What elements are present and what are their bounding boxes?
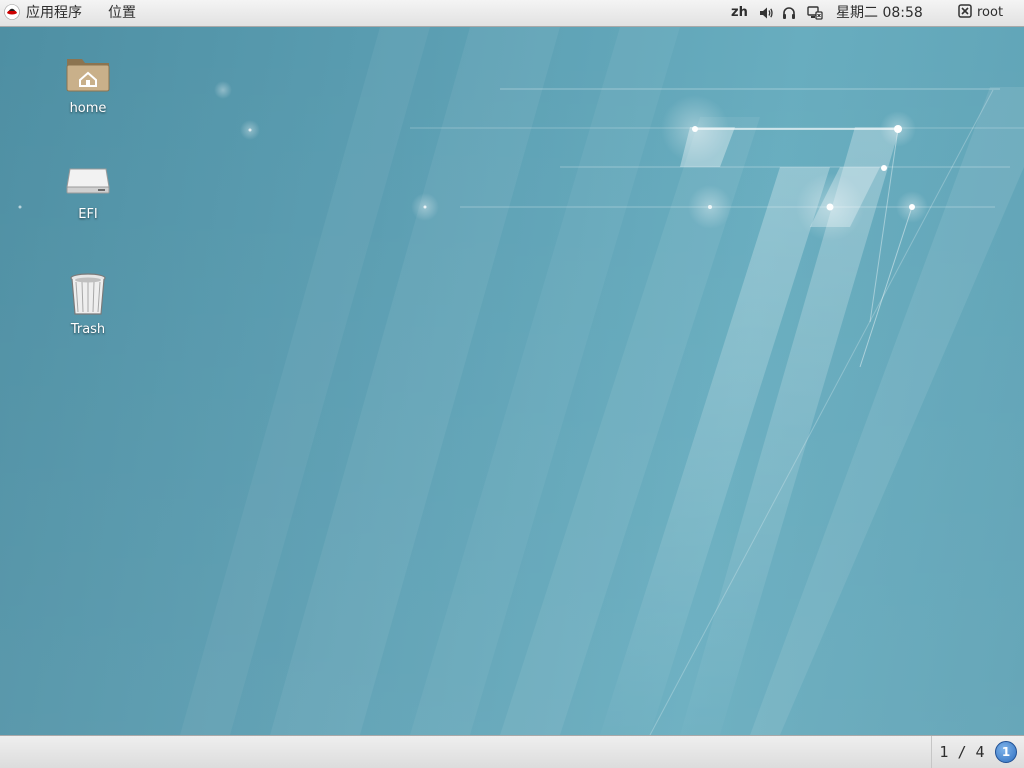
drive-icon bbox=[66, 168, 110, 194]
headset-icon[interactable] bbox=[781, 5, 797, 21]
applications-menu[interactable]: 应用程序 bbox=[4, 0, 82, 26]
desktop-icon-efi[interactable]: EFI bbox=[43, 155, 133, 222]
places-menu[interactable]: 位置 bbox=[108, 0, 136, 26]
user-menu[interactable]: root bbox=[958, 0, 1003, 26]
language-label: zh bbox=[731, 5, 748, 20]
redhat-logo-icon bbox=[4, 4, 20, 20]
applications-menu-label: 应用程序 bbox=[26, 5, 82, 21]
workspace-indicator: 1 / 4 bbox=[939, 743, 985, 761]
notification-count: 1 bbox=[1001, 745, 1011, 759]
desktop-icon-label: home bbox=[69, 101, 107, 116]
bottom-panel: 1 / 4 1 bbox=[0, 735, 1024, 768]
trash-icon bbox=[70, 273, 106, 315]
clock[interactable]: 星期二 08:58 bbox=[836, 0, 923, 26]
user-status-icon bbox=[958, 3, 972, 18]
places-menu-label: 位置 bbox=[108, 5, 136, 21]
desktop-icon-trash[interactable]: Trash bbox=[43, 270, 133, 337]
volume-icon[interactable] bbox=[758, 5, 774, 21]
desktop-icon-home[interactable]: home bbox=[43, 49, 133, 116]
notification-badge[interactable]: 1 bbox=[995, 741, 1017, 763]
home-folder-icon bbox=[66, 59, 110, 92]
clock-label: 星期二 08:58 bbox=[836, 5, 923, 21]
desktop-icon-label: EFI bbox=[78, 207, 98, 222]
desktop[interactable]: home EFI Trash bbox=[0, 27, 1024, 735]
input-language-indicator[interactable]: zh bbox=[731, 0, 748, 26]
user-name: root bbox=[977, 5, 1004, 20]
workspace-switcher[interactable]: 1 / 4 bbox=[931, 736, 992, 768]
top-panel: 应用程序 位置 zh 星期二 08:58 root bbox=[0, 0, 1024, 27]
network-icon[interactable] bbox=[807, 5, 823, 21]
desktop-icon-label: Trash bbox=[70, 322, 106, 337]
wallpaper bbox=[18, 27, 1024, 735]
